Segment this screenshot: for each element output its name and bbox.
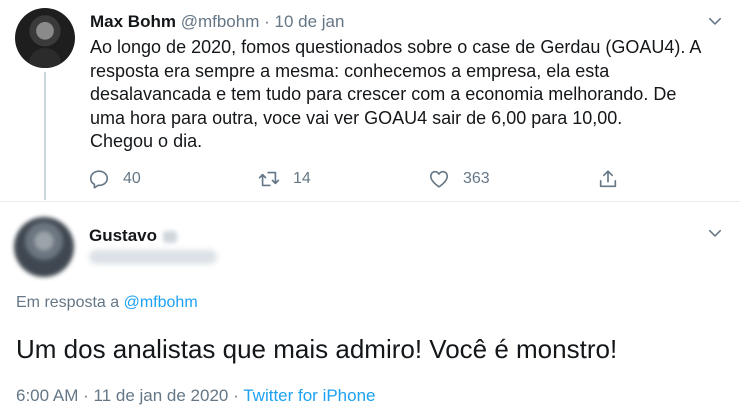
tweet-text: Ao longo de 2020, fomos questionados sob… [90,37,702,151]
reply-context: Em resposta a @mfbohm [16,294,198,312]
avatar[interactable] [14,217,74,277]
divider [0,201,740,202]
tweet-date[interactable]: 11 de jan de 2020 [94,386,229,405]
reply-icon [89,170,109,189]
thread-connector [44,72,46,200]
reply-to-link[interactable]: @mfbohm [124,294,198,311]
like-icon [429,170,449,188]
tweet-meta: 6:00 AM · 11 de jan de 2020 · Twitter fo… [16,386,376,406]
tweet-time[interactable]: 6:00 AM [16,386,78,405]
separator: · [83,386,89,405]
chevron-down-icon[interactable] [708,14,722,28]
tweet-date[interactable]: 10 de jan [275,12,345,31]
original-tweet[interactable]: Max Bohm @mfbohm · 10 de jan Ao longo de… [0,0,740,201]
separator: · [233,386,239,405]
blurred-badge [163,230,178,243]
retweet-count: 14 [293,170,311,187]
blurred-handle [89,250,217,264]
retweet-button[interactable]: 14 [258,168,311,190]
reply-prefix: Em resposta a [16,294,120,311]
like-button[interactable]: 363 [428,168,490,190]
tweet-actions: 40 14 363 [88,168,628,194]
avatar[interactable] [15,8,75,68]
reply-author[interactable]: Gustavo [89,226,178,246]
author-handle[interactable]: @mfbohm [181,12,260,31]
like-count: 363 [463,170,490,187]
retweet-icon [258,171,280,187]
reply-text: Um dos analistas que mais admiro! Você é… [16,334,618,364]
author-name[interactable]: Max Bohm [90,12,176,31]
chevron-down-icon[interactable] [708,226,722,240]
tweet-header: Max Bohm @mfbohm · 10 de jan [90,12,344,32]
share-icon [599,170,617,188]
tweet-source-link[interactable]: Twitter for iPhone [243,386,375,405]
share-button[interactable] [597,168,632,190]
separator: · [264,12,270,31]
author-name: Gustavo [89,226,158,245]
reply-count: 40 [123,170,141,187]
reply-button[interactable]: 40 [88,168,141,190]
